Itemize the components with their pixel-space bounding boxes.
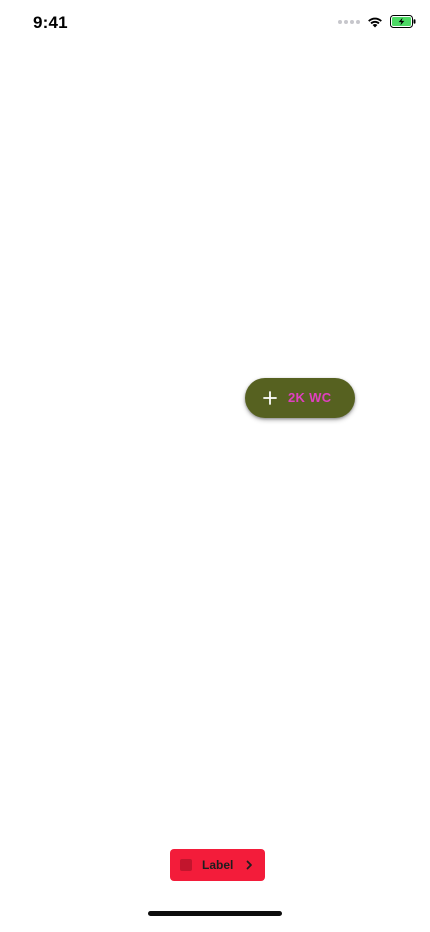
label-button-text: Label	[202, 858, 234, 872]
extended-fab-button[interactable]: 2K WC	[245, 378, 355, 418]
square-icon	[180, 859, 192, 871]
status-icons	[338, 15, 416, 28]
status-bar: 9:41	[0, 0, 430, 44]
chevron-right-icon	[246, 860, 252, 870]
label-button[interactable]: Label	[170, 849, 265, 881]
plus-icon	[263, 391, 277, 405]
status-time: 9:41	[33, 13, 68, 32]
signal-icon	[338, 19, 360, 24]
home-indicator[interactable]	[148, 911, 282, 916]
wifi-icon	[368, 17, 382, 27]
fab-label: 2K WC	[288, 390, 332, 405]
battery-charging-icon	[390, 15, 416, 28]
